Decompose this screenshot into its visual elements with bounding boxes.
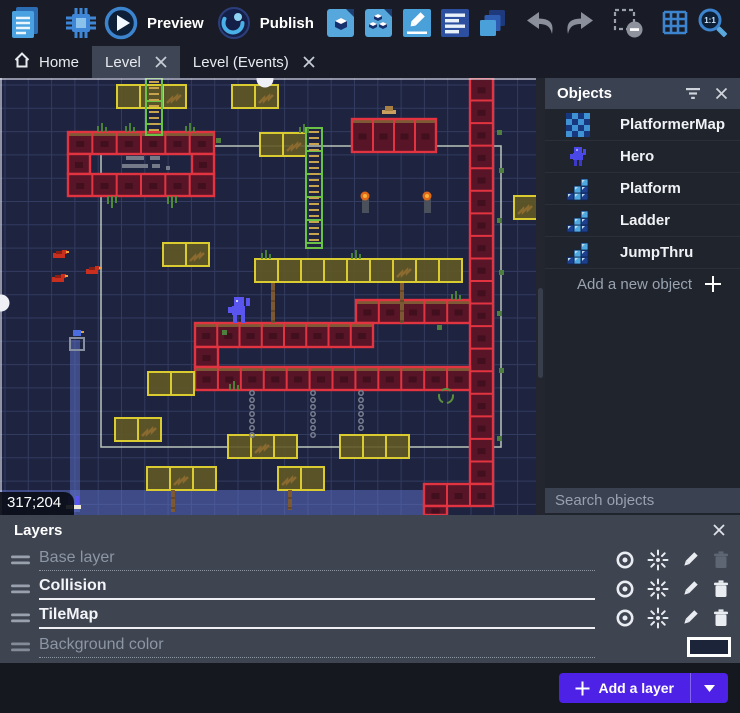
close-panel-icon[interactable] [712,523,726,537]
object-name: Ladder [620,212,670,229]
search-objects-bar[interactable] [545,488,740,513]
layers-panel: Layers Base layer Collision [0,515,740,663]
drag-handle-icon[interactable] [11,642,31,652]
layer-row-base-layer[interactable]: Base layer [0,545,740,574]
layer-name[interactable]: Background color [39,636,595,658]
zoom-1-1-icon[interactable]: 1:1 [697,7,729,39]
background-color-swatch[interactable] [687,637,731,657]
tileset-icon [565,176,591,202]
redo-icon[interactable] [564,9,596,37]
tilemap-icon [565,112,591,138]
edit-pencil-icon[interactable] [680,579,700,599]
bottom-bar: Add a layer [0,663,740,713]
objects-panel-header: Objects [545,78,740,109]
effects-icon[interactable] [647,549,669,571]
visibility-eye-icon[interactable] [614,607,636,629]
tileset-icon [565,240,591,266]
object-item-platform[interactable]: Platform [545,173,740,205]
layers-panel-header: Layers [0,515,740,545]
drag-handle-icon[interactable] [11,555,31,565]
toggle-grid-icon[interactable] [660,8,690,38]
properties-icon[interactable] [402,8,432,38]
object-groups-icon[interactable] [364,8,394,38]
layers-panel-title: Layers [14,522,712,539]
scrollbar-thumb[interactable] [538,288,543,378]
tab-label: Level (Events) [193,54,289,71]
cursor-coordinates: 317;204 [0,492,74,515]
add-layer-button[interactable]: Add a layer [559,673,728,703]
layer-name[interactable]: TileMap [39,606,595,629]
layers-editor-icon[interactable] [478,8,508,38]
effects-icon[interactable] [647,607,669,629]
plus-icon [704,275,722,293]
visibility-eye-icon[interactable] [614,578,636,600]
object-item-platformermap[interactable]: PlatformerMap [545,109,740,141]
tabbar: Home Level Level (Events) [0,46,740,78]
canvas-vertical-scrollbar[interactable] [536,78,545,515]
delete-trash-icon[interactable] [711,608,731,628]
gdevelop-logo-icon[interactable] [8,5,42,41]
scene-render [0,78,536,515]
objects-editor-icon[interactable] [326,8,356,38]
object-item-ladder[interactable]: Ladder [545,205,740,237]
object-name: JumpThru [620,244,693,261]
add-layer-label: Add a layer [599,680,674,696]
tab-label: Level [105,54,141,71]
publish-button[interactable]: Publish [216,5,314,41]
tileset-icon [565,208,591,234]
main-toolbar: Preview Publish [0,0,740,46]
close-tab-icon[interactable] [155,56,167,68]
delete-instances-icon[interactable] [612,7,644,39]
gdevelop-window: Preview Publish [0,0,740,713]
undo-icon[interactable] [524,9,556,37]
visibility-eye-icon[interactable] [614,549,636,571]
object-name: Platform [620,180,681,197]
object-item-hero[interactable]: Hero [545,141,740,173]
scene-editor-canvas[interactable]: 317;204 [0,78,536,515]
svg-text:1:1: 1:1 [704,16,716,25]
instances-list-icon[interactable] [440,8,470,38]
debugger-icon[interactable] [64,6,98,40]
add-layer-dropdown[interactable] [690,673,728,703]
objects-panel-title: Objects [557,85,671,102]
home-icon [13,51,31,73]
delete-trash-icon[interactable] [711,579,731,599]
tab-label: Home [39,54,79,71]
layer-name[interactable]: Collision [39,577,595,600]
object-name: Hero [620,148,654,165]
plus-icon [575,681,590,696]
publish-label: Publish [260,15,314,32]
hero-sprite-icon [565,144,591,170]
add-object-label: Add a new object [577,276,704,293]
layer-name[interactable]: Base layer [39,549,595,571]
drag-handle-icon[interactable] [11,613,31,623]
edit-pencil-icon[interactable] [680,608,700,628]
edit-pencil-icon[interactable] [680,550,700,570]
workspace: 317;204 Objects PlatformerMap Hero Platf… [0,78,740,515]
filter-icon[interactable] [685,87,701,100]
close-panel-icon[interactable] [715,87,728,100]
add-new-object-button[interactable]: Add a new object [545,269,740,299]
close-tab-icon[interactable] [303,56,315,68]
preview-label: Preview [147,15,204,32]
layer-row-tilemap[interactable]: TileMap [0,603,740,632]
tab-home[interactable]: Home [0,46,92,78]
tab-level[interactable]: Level [92,46,180,78]
delete-trash-icon[interactable] [711,550,731,570]
objects-panel: Objects PlatformerMap Hero Platform Ladd… [545,78,740,515]
layer-row-collision[interactable]: Collision [0,574,740,603]
search-objects-input[interactable] [555,492,740,509]
drag-handle-icon[interactable] [11,584,31,594]
layer-row-background-color[interactable]: Background color [0,632,740,661]
tab-level-events[interactable]: Level (Events) [180,46,328,78]
object-item-jumpthru[interactable]: JumpThru [545,237,740,269]
effects-icon[interactable] [647,578,669,600]
object-name: PlatformerMap [620,116,725,133]
preview-button[interactable]: Preview [103,5,204,41]
